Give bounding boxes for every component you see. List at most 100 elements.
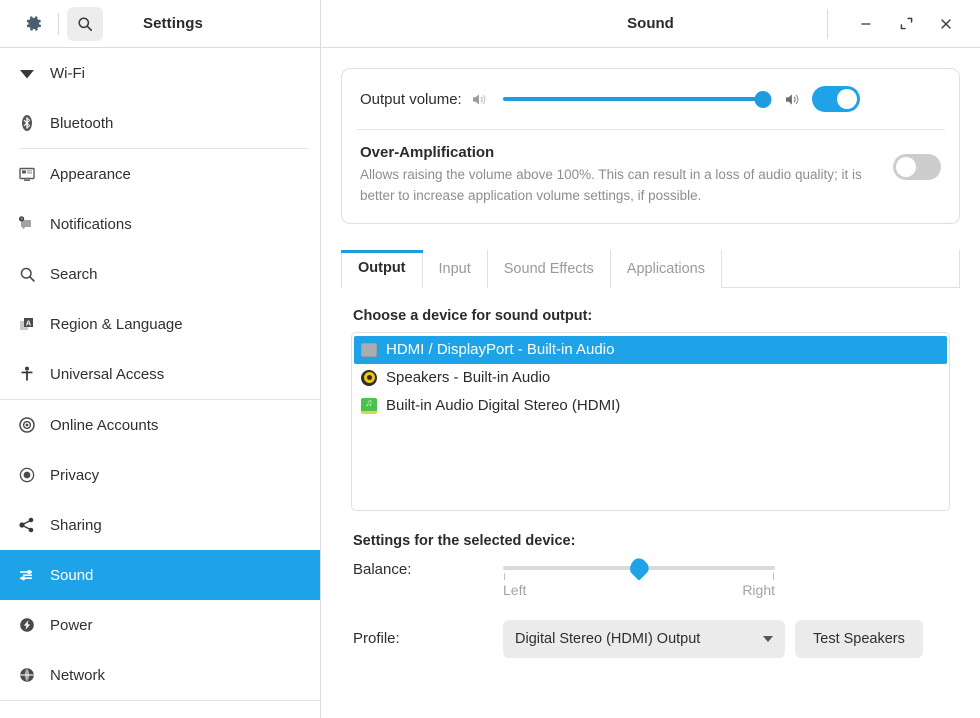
output-volume-row: Output volume: bbox=[342, 69, 959, 129]
tab-output[interactable]: Output bbox=[341, 250, 423, 288]
balance-right-label: Right bbox=[742, 582, 775, 598]
sound-icon bbox=[16, 564, 38, 586]
settings-window: Settings Wi-Fi Bluetooth bbox=[0, 0, 980, 718]
sharing-icon bbox=[16, 514, 38, 536]
maximize-button[interactable] bbox=[886, 4, 926, 44]
toggle-knob bbox=[896, 157, 916, 177]
choose-device-label: Choose a device for sound output: bbox=[353, 308, 960, 324]
network-icon bbox=[16, 664, 38, 686]
volume-low-icon bbox=[472, 92, 489, 107]
over-amplification-toggle[interactable] bbox=[893, 154, 941, 180]
tabstrip-filler bbox=[722, 250, 960, 287]
sidebar-item-label: Search bbox=[50, 266, 98, 283]
sidebar-item-label: Region & Language bbox=[50, 316, 183, 333]
tab-label: Applications bbox=[627, 261, 705, 277]
sidebar-item-privacy[interactable]: Privacy bbox=[0, 450, 320, 500]
power-icon bbox=[16, 614, 38, 636]
sidebar-item-label: Bluetooth bbox=[50, 115, 113, 132]
sidebar-item-search[interactable]: Search bbox=[0, 249, 320, 299]
close-button[interactable] bbox=[926, 4, 966, 44]
sidebar-header: Settings bbox=[0, 0, 320, 48]
output-volume-toggle[interactable] bbox=[812, 86, 860, 112]
chevron-down-icon bbox=[763, 636, 773, 642]
bluetooth-icon bbox=[16, 112, 38, 134]
sidebar-item-label: Universal Access bbox=[50, 366, 164, 383]
sidebar-item-network[interactable]: Network bbox=[0, 650, 320, 700]
region-language-icon: A bbox=[16, 313, 38, 335]
tab-label: Output bbox=[358, 260, 406, 276]
sidebar-item-label: Wi-Fi bbox=[50, 65, 85, 82]
balance-end-labels: Left Right bbox=[503, 582, 775, 598]
profile-label: Profile: bbox=[353, 630, 503, 647]
list-item[interactable]: ♫ Built-in Audio Digital Stereo (HDMI) bbox=[354, 392, 947, 420]
sidebar-item-appearance[interactable]: Appearance bbox=[0, 149, 320, 199]
sidebar-item-label: Privacy bbox=[50, 467, 99, 484]
device-label: Speakers - Built-in Audio bbox=[386, 369, 550, 386]
svg-text:9: 9 bbox=[21, 217, 23, 221]
balance-left-label: Left bbox=[503, 582, 526, 598]
privacy-icon bbox=[16, 464, 38, 486]
test-speakers-button[interactable]: Test Speakers bbox=[795, 620, 923, 658]
tab-sound-effects[interactable]: Sound Effects bbox=[488, 250, 611, 288]
profile-select[interactable]: Digital Stereo (HDMI) Output bbox=[503, 620, 785, 658]
sidebar-item-label: Sound bbox=[50, 567, 93, 584]
sidebar-item-label: Online Accounts bbox=[50, 417, 158, 434]
volume-slider-handle[interactable] bbox=[754, 91, 771, 108]
balance-slider[interactable]: Left Right bbox=[503, 559, 775, 598]
balance-label: Balance: bbox=[353, 559, 503, 578]
tab-applications[interactable]: Applications bbox=[611, 250, 722, 288]
sidebar-item-region-language[interactable]: A Region & Language bbox=[0, 299, 320, 349]
over-amplification-title: Over-Amplification bbox=[360, 144, 881, 161]
gear-icon[interactable] bbox=[16, 7, 50, 41]
sidebar-item-label: Sharing bbox=[50, 517, 102, 534]
output-volume-slider[interactable] bbox=[503, 89, 771, 109]
speaker-icon bbox=[360, 369, 378, 387]
list-item[interactable]: Speakers - Built-in Audio bbox=[354, 364, 947, 392]
tab-input[interactable]: Input bbox=[423, 250, 488, 288]
svg-text:A: A bbox=[26, 318, 32, 327]
over-amplification-description: Allows raising the volume above 100%. Th… bbox=[360, 165, 880, 207]
sidebar-item-label: Network bbox=[50, 667, 105, 684]
sidebar-item-bluetooth[interactable]: Bluetooth bbox=[0, 98, 320, 148]
output-device-list[interactable]: HDMI / DisplayPort - Built-in Audio Spea… bbox=[351, 332, 950, 511]
sound-tabs-panel: Output Input Sound Effects Applications … bbox=[341, 250, 960, 658]
sidebar-item-universal-access[interactable]: Universal Access bbox=[0, 349, 320, 399]
sidebar-item-power[interactable]: Power bbox=[0, 600, 320, 650]
balance-tick-left bbox=[504, 573, 505, 580]
toggle-knob bbox=[837, 89, 857, 109]
over-amplification-toggle-wrap bbox=[893, 144, 941, 180]
test-speakers-label: Test Speakers bbox=[813, 631, 905, 647]
minimize-button[interactable] bbox=[846, 4, 886, 44]
sidebar-item-label: Power bbox=[50, 617, 93, 634]
tab-label: Sound Effects bbox=[504, 261, 594, 277]
sidebar-item-label: Notifications bbox=[50, 216, 132, 233]
sound-settings-content: Output volume: bbox=[321, 48, 980, 718]
device-label: HDMI / DisplayPort - Built-in Audio bbox=[386, 341, 614, 358]
appearance-icon bbox=[16, 163, 38, 185]
tabstrip: Output Input Sound Effects Applications bbox=[341, 250, 960, 288]
device-label: Built-in Audio Digital Stereo (HDMI) bbox=[386, 397, 620, 414]
sidebar-item-notifications[interactable]: 9 Notifications bbox=[0, 199, 320, 249]
sidebar-item-online-accounts[interactable]: Online Accounts bbox=[0, 400, 320, 450]
list-item[interactable]: HDMI / DisplayPort - Built-in Audio bbox=[354, 336, 947, 364]
wifi-icon bbox=[16, 62, 38, 84]
sidebar-divider bbox=[0, 700, 320, 701]
main-panel: Sound bbox=[321, 0, 980, 718]
sidebar-item-sharing[interactable]: Sharing bbox=[0, 500, 320, 550]
sidebar-item-wifi[interactable]: Wi-Fi bbox=[0, 48, 320, 98]
selected-device-settings-label: Settings for the selected device: bbox=[353, 533, 960, 549]
balance-tick-right bbox=[773, 573, 774, 580]
over-amplification-row: Over-Amplification Allows raising the vo… bbox=[342, 130, 959, 223]
profile-row: Profile: Digital Stereo (HDMI) Output Te… bbox=[341, 620, 960, 658]
sidebar-item-sound[interactable]: Sound bbox=[0, 550, 320, 600]
window-controls bbox=[827, 0, 980, 47]
volume-card: Output volume: bbox=[341, 68, 960, 224]
search-button[interactable] bbox=[67, 7, 103, 41]
sidebar-title: Settings bbox=[143, 15, 203, 32]
online-accounts-icon bbox=[16, 414, 38, 436]
sidebar-nav-list: Wi-Fi Bluetooth bbox=[0, 48, 320, 718]
music-note-icon: ♫ bbox=[360, 397, 378, 415]
tab-label: Input bbox=[439, 261, 471, 277]
profile-value: Digital Stereo (HDMI) Output bbox=[515, 631, 755, 647]
volume-high-icon bbox=[785, 92, 802, 107]
